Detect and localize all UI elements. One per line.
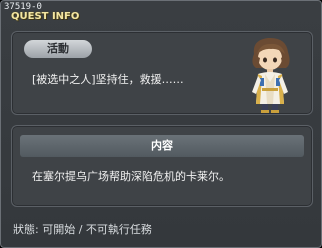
content-header: 内容: [20, 135, 304, 157]
npc-portrait-icon: [240, 34, 300, 114]
quest-summary-panel: 活動 [被选中之人]坚持住，救援……: [11, 31, 313, 115]
quest-content-panel: 内容 在塞尔提乌广场帮助深陷危机的卡莱尔。: [11, 125, 313, 207]
category-tag: 活動: [24, 40, 92, 58]
title-bar[interactable]: QUEST INFO: [1, 10, 321, 26]
quest-info-window: 37519-0 QUEST INFO 活動 [被选中之人]坚持住，救援…… 内容…: [0, 0, 322, 248]
quest-name: [被选中之人]坚持住，救援……: [32, 73, 184, 86]
window-title: QUEST INFO: [11, 11, 80, 22]
content-text: 在塞尔提乌广场帮助深陷危机的卡莱尔。: [32, 170, 230, 183]
quest-status: 狀態: 可開始 / 不可執行任務: [13, 223, 152, 236]
